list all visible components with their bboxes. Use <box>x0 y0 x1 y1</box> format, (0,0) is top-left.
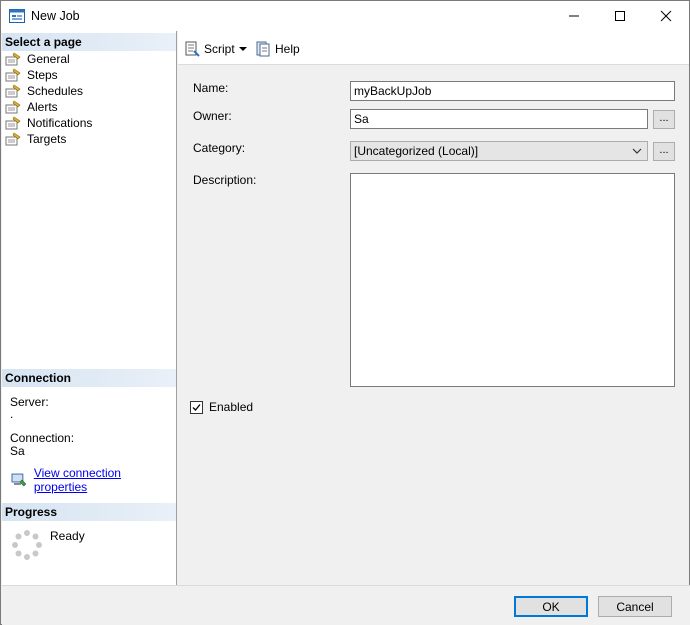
page-wrench-icon <box>5 116 21 130</box>
page-item-label: Notifications <box>27 116 93 130</box>
category-browse-button[interactable]: ... <box>653 142 675 161</box>
close-button[interactable] <box>643 1 689 31</box>
window-title: New Job <box>31 9 80 23</box>
server-label: Server: <box>10 395 49 409</box>
title-bar: New Job <box>1 1 689 31</box>
help-icon <box>256 41 270 57</box>
general-page-content: Name: myBackUpJob Owner: Sa ... Category… <box>178 65 689 585</box>
description-label: Description: <box>193 173 257 187</box>
maximize-button[interactable] <box>597 1 643 31</box>
enabled-checkbox[interactable] <box>190 400 203 414</box>
progress-spinner-icon <box>12 530 42 560</box>
owner-label: Owner: <box>193 109 232 123</box>
progress-status: Ready <box>50 529 85 543</box>
page-item-general[interactable]: General <box>5 51 70 67</box>
select-page-header: Select a page <box>2 33 176 51</box>
minimize-button[interactable] <box>551 1 597 31</box>
page-item-schedules[interactable]: Schedules <box>5 83 83 99</box>
category-selected-value: [Uncategorized (Local)] <box>354 144 479 158</box>
owner-browse-button[interactable]: ... <box>653 110 675 129</box>
chevron-down-icon <box>239 47 247 51</box>
page-wrench-icon <box>5 100 21 114</box>
category-select[interactable]: [Uncategorized (Local)] <box>350 141 648 161</box>
page-item-label: Alerts <box>27 100 58 114</box>
maximize-icon <box>615 11 625 21</box>
page-item-targets[interactable]: Targets <box>5 131 66 147</box>
page-wrench-icon <box>5 52 21 66</box>
page-item-steps[interactable]: Steps <box>5 67 58 83</box>
new-job-dialog: New Job Select a page General Steps Sche… <box>0 0 690 625</box>
minimize-icon <box>569 15 579 17</box>
name-input[interactable]: myBackUpJob <box>350 81 675 101</box>
page-item-label: Targets <box>27 132 67 146</box>
page-item-label: General <box>27 52 70 66</box>
page-item-label: Steps <box>27 68 58 82</box>
chevron-down-icon <box>632 148 642 154</box>
connection-header: Connection <box>2 369 176 387</box>
page-item-alerts[interactable]: Alerts <box>5 99 58 115</box>
script-icon <box>185 41 200 57</box>
category-label: Category: <box>193 141 246 155</box>
ok-button[interactable]: OK <box>514 596 588 617</box>
app-icon <box>9 9 25 23</box>
owner-input[interactable]: Sa <box>350 109 648 129</box>
page-item-notifications[interactable]: Notifications <box>5 115 92 131</box>
script-dropdown-button[interactable] <box>238 40 248 58</box>
page-wrench-icon <box>5 132 21 146</box>
view-connection-properties[interactable]: View connection properties <box>11 466 176 494</box>
view-connection-link[interactable]: View connection properties <box>34 466 176 494</box>
left-panel: Select a page General Steps Schedules Al… <box>2 31 177 585</box>
name-label: Name: <box>193 81 229 95</box>
cancel-button[interactable]: Cancel <box>598 596 672 617</box>
enabled-checkbox-row[interactable]: Enabled <box>190 400 253 414</box>
script-label: Script <box>204 42 235 56</box>
description-textarea[interactable] <box>350 173 675 387</box>
connection-value: Sa <box>10 444 25 458</box>
page-item-label: Schedules <box>27 84 84 98</box>
checkmark-icon <box>192 403 201 411</box>
progress-header: Progress <box>2 503 176 521</box>
page-wrench-icon <box>5 68 21 82</box>
page-wrench-icon <box>5 84 21 98</box>
enabled-label: Enabled <box>209 400 254 414</box>
close-icon <box>660 10 672 22</box>
connection-properties-icon <box>11 473 27 487</box>
dialog-button-bar: OK Cancel <box>2 585 690 625</box>
script-button[interactable]: Script <box>184 40 235 58</box>
connection-label: Connection: <box>10 431 75 445</box>
help-button[interactable]: Help <box>255 40 300 58</box>
help-label: Help <box>275 42 300 56</box>
toolbar: Script Help <box>178 31 689 65</box>
server-value: . <box>10 407 14 421</box>
